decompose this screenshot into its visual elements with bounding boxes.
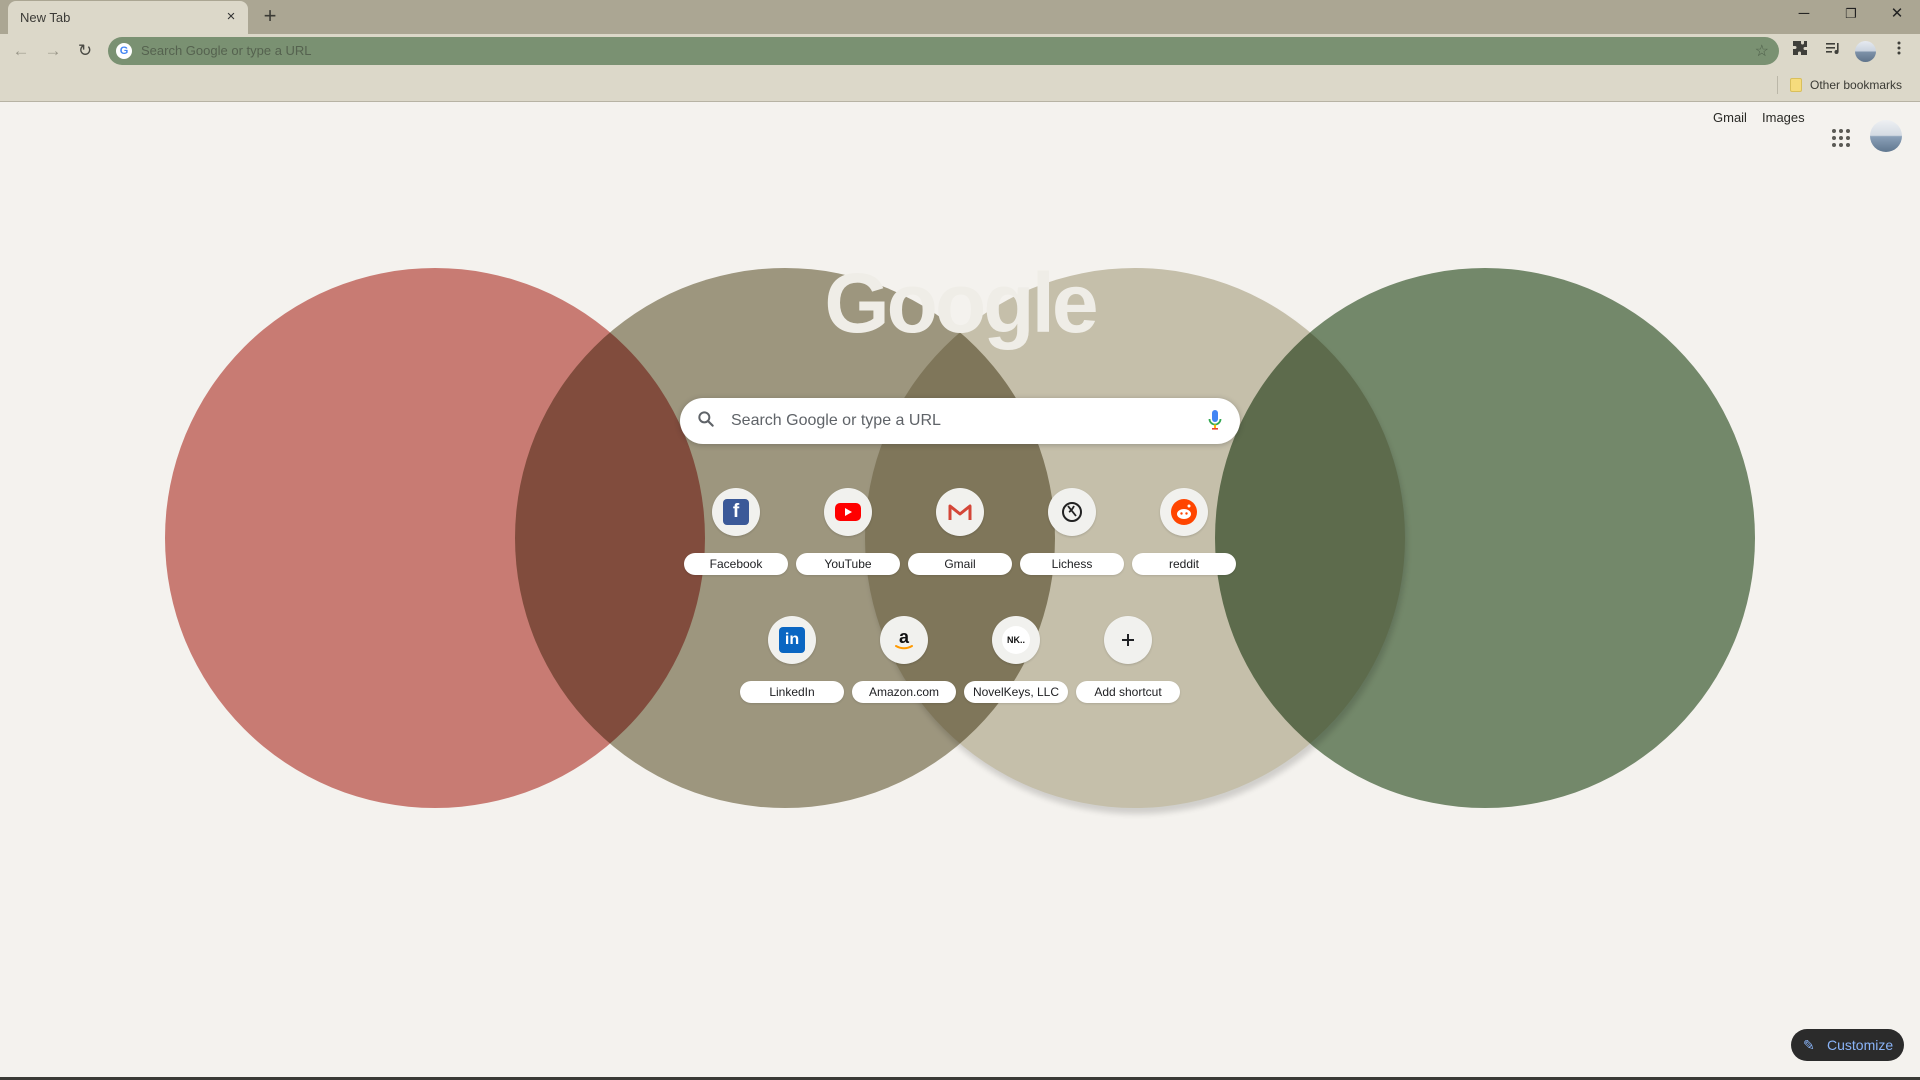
shortcut-label: reddit xyxy=(1132,553,1236,575)
shortcut-icon-wrap xyxy=(1048,488,1096,536)
tab-new-tab[interactable]: New Tab × xyxy=(8,1,248,34)
tab-title: New Tab xyxy=(20,10,71,25)
linkedin-icon: in xyxy=(779,627,805,653)
shortcut-novelkeys[interactable]: NK.. NovelKeys, LLC xyxy=(964,616,1068,716)
shortcut-icon-wrap: in xyxy=(768,616,816,664)
close-window-button[interactable]: ✕ xyxy=(1874,0,1920,30)
new-tab-button[interactable]: + xyxy=(258,5,282,29)
other-bookmarks[interactable]: Other bookmarks xyxy=(1790,76,1902,94)
svg-text:a: a xyxy=(899,627,910,647)
menu-kebab-icon[interactable] xyxy=(1888,40,1910,62)
other-bookmarks-label: Other bookmarks xyxy=(1810,78,1903,92)
add-icon xyxy=(1122,634,1134,646)
profile-avatar[interactable] xyxy=(1855,41,1876,62)
google-g-icon: G xyxy=(116,43,132,59)
reddit-icon xyxy=(1171,499,1197,525)
microphone-icon[interactable] xyxy=(1208,409,1222,431)
media-queue-icon[interactable] xyxy=(1822,40,1844,62)
shortcut-icon-wrap xyxy=(1160,488,1208,536)
bookmarks-separator xyxy=(1777,76,1778,94)
tab-close-icon[interactable]: × xyxy=(222,8,240,26)
folder-icon xyxy=(1790,78,1802,92)
amazon-icon: a xyxy=(895,627,913,650)
toolbar: ← → ↻ G Search Google or type a URL ☆ xyxy=(0,34,1920,68)
shortcut-icon-wrap: f xyxy=(712,488,760,536)
shortcut-label: Gmail xyxy=(908,553,1012,575)
novelkeys-icon: NK.. xyxy=(1002,626,1030,654)
omnibox-placeholder: Search Google or type a URL xyxy=(141,43,312,58)
shortcut-reddit[interactable]: reddit xyxy=(1132,488,1236,588)
shortcut-label: Amazon.com xyxy=(852,681,956,703)
shortcut-label: LinkedIn xyxy=(740,681,844,703)
gmail-link[interactable]: Gmail xyxy=(1713,103,1747,133)
pencil-icon: ✎ xyxy=(1803,1037,1815,1053)
gmail-icon xyxy=(948,504,972,520)
shortcut-icon-wrap: a xyxy=(880,616,928,664)
shortcut-label: Lichess xyxy=(1020,553,1124,575)
restore-button[interactable]: ❐ xyxy=(1828,0,1874,30)
search-box[interactable]: Search Google or type a URL xyxy=(680,398,1240,444)
customize-button[interactable]: ✎ Customize xyxy=(1791,1029,1904,1061)
new-tab-page: Gmail Images Google Search Google or typ… xyxy=(0,103,1920,1078)
shortcut-gmail[interactable]: Gmail xyxy=(908,488,1012,588)
reload-button[interactable]: ↻ xyxy=(73,39,97,63)
shortcut-label: Add shortcut xyxy=(1076,681,1180,703)
theme-circle-green xyxy=(1215,268,1755,808)
search-placeholder: Search Google or type a URL xyxy=(731,412,941,429)
lichess-icon xyxy=(1062,502,1082,522)
bookmark-star-icon[interactable]: ☆ xyxy=(1755,41,1769,61)
shortcut-label: YouTube xyxy=(796,553,900,575)
shortcut-icon-wrap xyxy=(1104,616,1152,664)
images-link[interactable]: Images xyxy=(1762,103,1805,133)
extensions-icon[interactable] xyxy=(1789,40,1811,62)
google-apps-icon[interactable] xyxy=(1830,127,1852,149)
shortcut-add[interactable]: Add shortcut xyxy=(1076,616,1180,716)
forward-button[interactable]: → xyxy=(41,39,65,63)
facebook-icon: f xyxy=(723,499,749,525)
shortcut-icon-wrap: NK.. xyxy=(992,616,1040,664)
shortcut-icon-wrap xyxy=(824,488,872,536)
shortcut-amazon[interactable]: a Amazon.com xyxy=(852,616,956,716)
customize-label: Customize xyxy=(1827,1037,1894,1053)
minimize-button[interactable]: ─ xyxy=(1781,0,1827,30)
back-button[interactable]: ← xyxy=(9,39,33,63)
shortcut-linkedin[interactable]: in LinkedIn xyxy=(740,616,844,716)
shortcut-youtube[interactable]: YouTube xyxy=(796,488,900,588)
bookmarks-bar: Other bookmarks xyxy=(0,68,1920,102)
google-logo: Google xyxy=(824,256,1098,350)
shortcut-facebook[interactable]: f Facebook xyxy=(684,488,788,588)
tab-strip: New Tab × + ─ ❐ ✕ xyxy=(0,0,1920,34)
omnibox[interactable]: G Search Google or type a URL ☆ xyxy=(108,37,1779,65)
shortcut-label: Facebook xyxy=(684,553,788,575)
shortcut-label: NovelKeys, LLC xyxy=(964,681,1068,703)
youtube-icon xyxy=(835,503,861,521)
shortcut-lichess[interactable]: Lichess xyxy=(1020,488,1124,588)
shortcut-icon-wrap xyxy=(936,488,984,536)
account-avatar[interactable] xyxy=(1870,120,1902,152)
search-icon xyxy=(698,411,714,427)
